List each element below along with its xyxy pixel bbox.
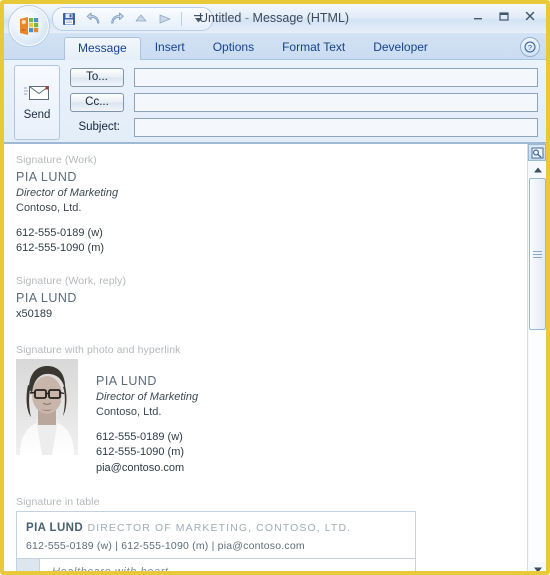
quick-access-toolbar — [52, 7, 213, 31]
scroll-thumb[interactable] — [529, 178, 546, 330]
browse-object-icon — [531, 147, 543, 158]
window-controls — [465, 6, 542, 26]
signature-phone-work: 612-555-0189 (w) — [16, 226, 103, 239]
minimize-button[interactable] — [465, 6, 490, 26]
send-envelope-icon — [24, 85, 49, 100]
signature-name: PIA LUND — [96, 374, 157, 389]
tab-format-text[interactable]: Format Text — [268, 36, 359, 59]
signature-name: PIA LUND — [16, 170, 77, 184]
table-row: PIA LUND DIRECTOR OF MARKETING, CONTOSO,… — [16, 511, 416, 560]
signature-phone-mobile: 612-555-1090 (m) — [96, 446, 185, 459]
scroll-up-button[interactable] — [529, 162, 546, 178]
signature-email-link[interactable]: pia@contoso.com — [96, 461, 198, 477]
signature-caption: Signature with photo and hyperlink — [16, 344, 181, 357]
signature-company: Contoso, Ltd. — [96, 405, 162, 418]
signature-work: Signature (Work) PIA LUND Director of Ma… — [16, 154, 515, 257]
signature-contacts: 612-555-0189 (w) | 612-555-1090 (m) | pi… — [26, 540, 305, 553]
svg-text:?: ? — [528, 43, 532, 52]
subject-input[interactable] — [134, 117, 538, 137]
signature-table: Signature in table PIA LUND DIRECTOR OF … — [16, 496, 515, 575]
scroll-track[interactable] — [529, 178, 546, 562]
send-label: Send — [23, 108, 51, 121]
cc-input[interactable] — [134, 92, 538, 112]
office-button[interactable] — [8, 5, 50, 47]
signature-caption: Signature in table — [16, 496, 100, 509]
scroll-thumb-grip — [533, 249, 542, 260]
message-body[interactable]: Signature (Work) PIA LUND Director of Ma… — [4, 144, 527, 575]
next-item-icon[interactable] — [155, 10, 175, 28]
table-row: Healthcare with heart — [16, 558, 416, 575]
restore-button[interactable] — [491, 6, 516, 26]
send-button[interactable]: Send — [14, 65, 60, 140]
signature-job-title: Director of Marketing — [16, 186, 119, 199]
compose-fields: To... Cc... Subject: — [70, 66, 538, 141]
undo-icon[interactable] — [83, 10, 103, 28]
signature-name: PIA LUND — [16, 290, 77, 305]
signature-company: Contoso, Ltd. — [16, 201, 82, 214]
subject-label: Subject: — [78, 121, 120, 133]
to-button[interactable]: To... — [70, 67, 124, 87]
portrait-photo-image — [16, 359, 78, 456]
window-title-app: Message (HTML) — [252, 11, 350, 25]
to-input[interactable] — [134, 67, 538, 87]
tab-developer[interactable]: Developer — [359, 36, 442, 59]
save-icon[interactable] — [59, 10, 79, 28]
ribbon-tab-bar: Message Insert Options Format Text Devel… — [4, 33, 546, 60]
scroll-down-button[interactable] — [529, 562, 546, 571]
signature-color-swatch — [16, 558, 40, 571]
signature-extension: x50189 — [16, 307, 53, 320]
signature-caption: Signature (Work) — [16, 154, 97, 166]
signature-photo-text: PIA LUND Director of Marketing Contoso, … — [78, 359, 198, 476]
redo-icon[interactable] — [107, 10, 127, 28]
help-button[interactable]: ? — [520, 37, 540, 57]
signature-job-title: Director of Marketing — [96, 390, 199, 403]
tab-message[interactable]: Message — [64, 37, 141, 60]
signature-phone-work: 612-555-0189 (w) — [96, 430, 183, 443]
outlook-message-window: Untitled - Message (HTML) Message Insert… — [0, 0, 550, 575]
signature-photo-row: PIA LUND Director of Marketing Contoso, … — [16, 359, 515, 476]
portrait-photo — [16, 359, 78, 456]
signature-caption: Signature (Work, reply) — [16, 274, 127, 287]
question-mark-icon: ? — [524, 41, 536, 53]
message-body-area: Signature (Work) PIA LUND Director of Ma… — [4, 143, 546, 575]
signature-photo-hyperlink: Signature with photo and hyperlink PIA L… — [16, 344, 515, 476]
tab-options[interactable]: Options — [199, 36, 268, 59]
close-button[interactable] — [517, 6, 542, 26]
signature-tagline: Healthcare with heart — [52, 566, 169, 575]
signature-table-layout: PIA LUND DIRECTOR OF MARKETING, CONTOSO,… — [16, 511, 416, 575]
signature-phone-mobile: 612-555-1090 (m) — [16, 242, 105, 255]
subject-row: Subject: — [70, 116, 538, 138]
compose-header: Send To... Cc... Subject: — [4, 60, 546, 143]
office-orb-inner — [15, 12, 43, 40]
to-row: To... — [70, 66, 538, 88]
select-browse-object-button[interactable] — [528, 144, 546, 161]
window-title: Untitled - Message (HTML) — [199, 4, 349, 33]
signature-table-top-cell: PIA LUND DIRECTOR OF MARKETING, CONTOSO,… — [16, 511, 416, 560]
previous-item-icon[interactable] — [131, 10, 151, 28]
office-logo-icon — [20, 17, 39, 35]
qat-separator — [181, 12, 182, 26]
window-title-document: Untitled — [199, 11, 242, 25]
vertical-scrollbar[interactable] — [527, 144, 546, 571]
title-bar: Untitled - Message (HTML) — [4, 4, 546, 47]
signature-work-reply: Signature (Work, reply) PIA LUND x50189 — [16, 275, 515, 322]
window-title-separator: - — [244, 11, 250, 25]
signature-table-headline: PIA LUND DIRECTOR OF MARKETING, CONTOSO,… — [26, 518, 406, 536]
signature-role: DIRECTOR OF MARKETING, CONTOSO, LTD. — [87, 522, 352, 535]
cc-row: Cc... — [70, 91, 538, 113]
cc-button[interactable]: Cc... — [70, 92, 124, 112]
tab-insert[interactable]: Insert — [141, 36, 199, 59]
signature-name: PIA LUND — [26, 522, 84, 535]
